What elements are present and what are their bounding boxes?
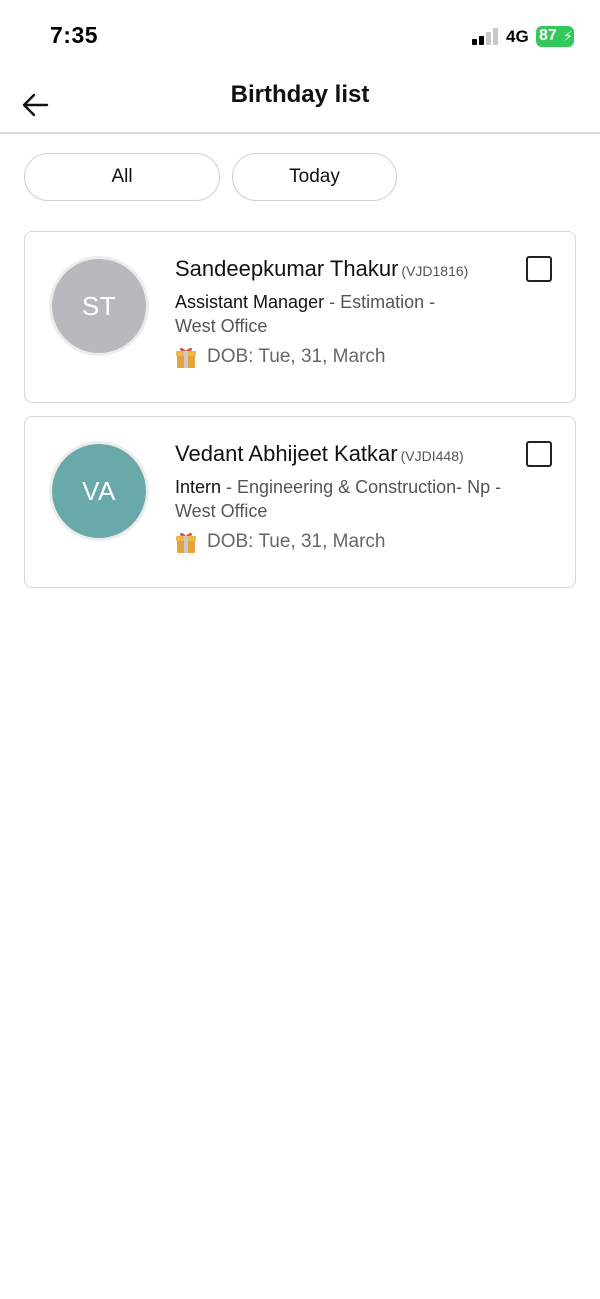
birthday-list-screen: 7:35 4G 87 ⚡ Birthday list All Today ST [0,0,600,1299]
filter-tabs: All Today [24,153,584,201]
employee-name: Sandeepkumar Thakur (VJD1816) [175,256,468,282]
app-header: Birthday list [0,70,600,134]
avatar-initials: ST [81,290,117,321]
avatar: VA [49,441,149,541]
avatar-initials: VA [82,475,116,506]
employee-role: Assistant Manager - Estimation - West Of… [175,290,545,338]
battery-icon: 87 ⚡ [536,26,574,47]
employee-role: Intern - Engineering & Construction- Np … [175,475,545,523]
avatar: ST [49,256,149,356]
battery-level: 87 [539,27,557,44]
employee-code: (VJDI448) [400,448,464,464]
gift-icon [176,347,196,368]
employee-location: West Office [175,501,268,521]
employee-name-text: Vedant Abhijeet Katkar [175,441,398,466]
status-bar: 7:35 4G 87 ⚡ [0,0,600,70]
filter-today-button[interactable]: Today [232,153,397,201]
employee-name-text: Sandeepkumar Thakur [175,256,399,281]
status-time: 7:35 [50,22,99,48]
dob-row: DOB: Tue, 31, March [175,529,385,555]
employee-code: (VJD1816) [401,263,469,279]
employee-card[interactable]: VA Vedant Abhijeet Katkar (VJDI448) Inter… [24,416,576,588]
gift-icon [176,532,196,553]
signal-strength-icon [472,28,500,45]
employee-card[interactable]: ST Sandeepkumar Thakur (VJD1816) Assistan… [24,231,576,403]
network-type: 4G [506,27,529,46]
dob-text: DOB: Tue, 31, March [207,531,386,552]
employee-name: Vedant Abhijeet Katkar (VJDI448) [175,441,464,467]
page-title: Birthday list [230,81,370,108]
employee-department: - Estimation - [324,292,436,312]
employee-designation: Assistant Manager [175,292,325,312]
select-checkbox[interactable] [526,441,552,467]
dob-text: DOB: Tue, 31, March [207,346,386,367]
charging-bolt-icon: ⚡ [563,28,573,44]
employee-designation: Intern [175,477,222,497]
filter-all-button[interactable]: All [24,153,220,201]
select-checkbox[interactable] [526,256,552,282]
dob-row: DOB: Tue, 31, March [175,344,385,370]
employee-department: - Engineering & Construction- Np - [221,477,502,497]
employee-location: West Office [175,316,268,336]
